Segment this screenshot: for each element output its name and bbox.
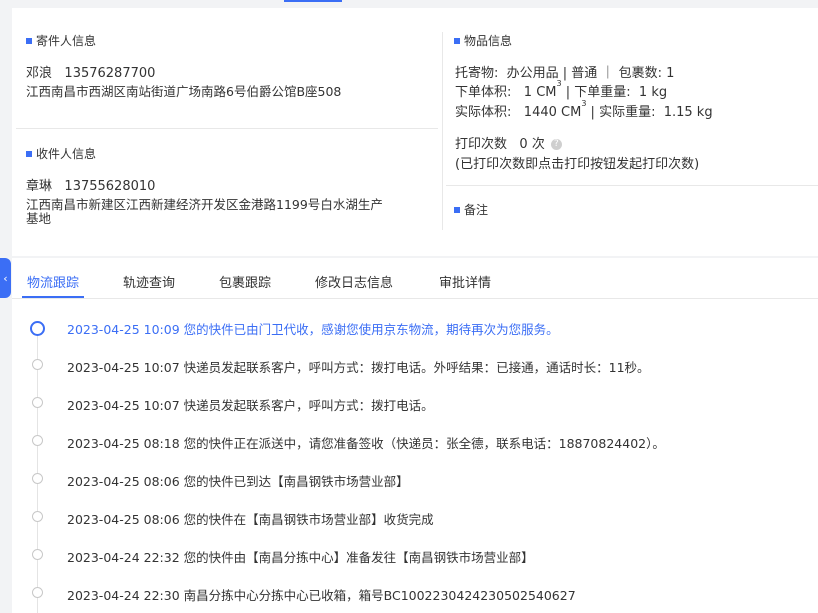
print-count-label: 打印次数 [455,137,508,152]
section-marker-icon [26,37,32,44]
actual-volume-label: 实际体积: [455,105,512,120]
item-section-title: 物品信息 [454,32,512,49]
tab-bar: 物流跟踪 轨迹查询 包裹跟踪 修改日志信息 审批详情 [12,258,818,299]
goods-label: 托寄物: [455,66,499,81]
tab-logistics-tracking[interactable]: 物流跟踪 [27,272,79,291]
goods-value: 办公用品 | 普通 ｜ 包裹数: 1 [506,66,675,81]
order-volume-value: 1 CM [523,85,557,100]
timeline-dot [30,321,45,336]
sender-section-title: 寄件人信息 [26,32,96,49]
divider [16,128,438,129]
order-weight-value: 1 kg [638,85,668,100]
chevron-left-icon: ‹ [3,271,8,285]
timeline-event: 2023-04-25 08:18 您的快件正在派送中，请您准备签收（快递员：张全… [67,436,665,451]
separator: | [590,105,595,120]
receiver-section-title: 收件人信息 [26,145,96,162]
receiver-title-text: 收件人信息 [36,147,97,161]
timeline-dot [32,511,43,522]
section-marker-icon [26,150,32,157]
timeline-event: 2023-04-25 10:07 快递员发起联系客户，呼叫方式：拨打电话。 [67,398,434,413]
timeline-dot [32,549,43,560]
actual-weight-label: 实际重量: [599,105,656,120]
timeline-event: 2023-04-24 22:30 南昌分拣中心分拣中心已收箱，箱号BC10022… [67,588,576,603]
sender-phone: 13576287700 [64,66,156,81]
receiver-address-line1: 江西南昌市新建区江西新建经济开发区金港路1199号白水湖生产 [26,197,383,212]
tab-modify-log[interactable]: 修改日志信息 [315,272,393,291]
help-icon[interactable]: ? [550,139,562,150]
sender-name: 邓浪 [26,66,53,81]
receiver-address-line2: 基地 [26,211,52,226]
sender-address: 江西南昌市西湖区南站街道广场南路6号伯爵公馆B座508 [26,84,342,99]
top-tab-indicator [284,0,342,2]
timeline-line [37,328,38,613]
receiver-name: 章琳 [26,179,53,194]
tab-trajectory-query[interactable]: 轨迹查询 [123,272,175,291]
section-marker-icon [454,206,460,213]
tab-package-tracking[interactable]: 包裹跟踪 [219,272,271,291]
timeline-event: 2023-04-25 10:07 快递员发起联系客户，呼叫方式：拨打电话。外呼结… [67,360,650,375]
remark-section-title: 备注 [454,201,488,218]
active-tab-indicator [22,296,84,298]
order-volume-row: 下单体积: 1 CM3 | 下单重量: 1 kg [455,79,668,100]
order-volume-label: 下单体积: [455,85,512,100]
sender-name-phone: 邓浪 13576287700 [26,62,155,81]
remark-title-text: 备注 [464,203,489,217]
actual-weight-value: 1.15 kg [663,105,713,120]
divider [446,185,818,186]
timeline-event: 2023-04-25 08:06 您的快件已到达【南昌钢铁市场营业部】 [67,474,409,489]
timeline-dot [32,587,43,598]
order-info-panel: 寄件人信息 邓浪 13576287700 江西南昌市西湖区南站街道广场南路6号伯… [12,8,818,256]
vertical-divider [442,32,443,230]
cube-superscript: 3 [556,79,562,88]
section-marker-icon [454,37,460,44]
collapse-sidebar-button[interactable]: ‹ [0,258,11,298]
tab-approval-details[interactable]: 审批详情 [439,272,491,291]
cube-superscript: 3 [581,99,587,108]
timeline-event: 2023-04-25 08:06 您的快件在【南昌钢铁市场营业部】收货完成 [67,512,434,527]
separator: | [565,85,571,100]
timeline-event: 2023-04-24 22:32 您的快件由【南昌分拣中心】准备发往【南昌钢铁市… [67,550,534,565]
receiver-name-phone: 章琳 13755628010 [26,175,155,194]
goods-row: 托寄物: 办公用品 | 普通 ｜ 包裹数: 1 [455,62,674,81]
sender-title-text: 寄件人信息 [36,34,97,48]
timeline-dot [32,473,43,484]
print-count-row: 打印次数 0 次? [455,133,562,152]
receiver-phone: 13755628010 [64,179,156,194]
print-hint: (已打印次数即点击打印按钮发起打印次数) [455,157,700,172]
print-count-value: 0 次 [519,137,545,152]
actual-volume-value: 1440 CM [523,105,582,120]
actual-volume-row: 实际体积: 1440 CM3 | 实际重量: 1.15 kg [455,99,713,120]
order-weight-label: 下单重量: [574,85,631,100]
timeline-dot [32,359,43,370]
timeline-dot [32,435,43,446]
item-title-text: 物品信息 [464,34,513,48]
timeline-event: 2023-04-25 10:09 您的快件已由门卫代收，感谢您使用京东物流，期待… [67,322,559,337]
tracking-panel: 物流跟踪 轨迹查询 包裹跟踪 修改日志信息 审批详情 2023-04-25 10… [12,258,818,613]
timeline-dot [32,397,43,408]
top-strip [0,0,818,8]
